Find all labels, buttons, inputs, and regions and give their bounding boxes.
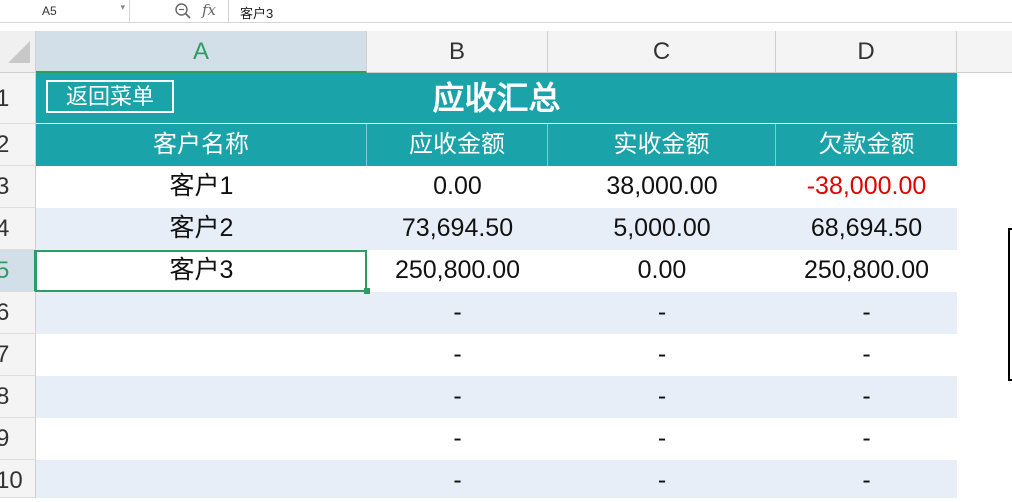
- cell-d9[interactable]: -: [776, 418, 957, 459]
- cell-c9[interactable]: -: [548, 418, 776, 459]
- cell-d3[interactable]: -38,000.00: [776, 166, 957, 207]
- row-header-3[interactable]: 3: [0, 166, 36, 208]
- cell-d10[interactable]: -: [776, 460, 957, 501]
- cell-reference: A5: [42, 4, 57, 18]
- sheet-title: 应收汇总: [432, 80, 561, 116]
- row-header-2[interactable]: 2: [0, 124, 36, 166]
- cell-d8[interactable]: -: [776, 376, 957, 417]
- cell-b10[interactable]: -: [367, 460, 548, 501]
- formula-separator: [228, 0, 229, 22]
- cell-d5[interactable]: 250,800.00: [776, 250, 957, 291]
- cell-c6[interactable]: -: [548, 292, 776, 333]
- row-header-4[interactable]: 4: [0, 208, 36, 250]
- select-all-corner[interactable]: [0, 31, 36, 73]
- header-outstanding: 欠款金额: [776, 124, 957, 166]
- row-header-8[interactable]: 8: [0, 376, 36, 418]
- cell-c5[interactable]: 0.00: [548, 250, 776, 291]
- cell-d7[interactable]: -: [776, 334, 957, 375]
- column-header-d[interactable]: D: [776, 31, 957, 73]
- return-menu-button[interactable]: 返回菜单: [46, 80, 174, 113]
- corner-triangle-icon: [8, 41, 30, 63]
- row-header-10[interactable]: 10: [0, 460, 36, 498]
- header-customer-name: 客户名称: [36, 124, 367, 166]
- column-header-e[interactable]: [957, 31, 1012, 73]
- cell-c8[interactable]: -: [548, 376, 776, 417]
- column-header-a[interactable]: A: [36, 31, 367, 73]
- cell-c4[interactable]: 5,000.00: [548, 208, 776, 249]
- cell-c7[interactable]: -: [548, 334, 776, 375]
- cell-a4[interactable]: 客户2: [36, 208, 367, 249]
- column-header-c[interactable]: C: [548, 31, 776, 73]
- selected-cell-outline: [35, 250, 367, 292]
- zoom-icon[interactable]: [174, 2, 192, 20]
- header-received: 实收金额: [548, 124, 776, 166]
- row-header-1[interactable]: 1: [0, 73, 36, 124]
- row-header-7[interactable]: 7: [0, 334, 36, 376]
- header-receivable: 应收金额: [367, 124, 548, 166]
- cell-a3[interactable]: 客户1: [36, 166, 367, 207]
- formula-bar: A5 ▾ fx 客户3: [0, 0, 1012, 23]
- function-icon[interactable]: fx: [202, 1, 216, 19]
- cell-b7[interactable]: -: [367, 334, 548, 375]
- chevron-down-icon[interactable]: ▾: [120, 2, 125, 13]
- cell-b6[interactable]: -: [367, 292, 548, 333]
- row-header-9[interactable]: 9: [0, 418, 36, 460]
- cell-d4[interactable]: 68,694.50: [776, 208, 957, 249]
- cell-d6[interactable]: -: [776, 292, 957, 333]
- cell-c3[interactable]: 38,000.00: [548, 166, 776, 207]
- cell-b8[interactable]: -: [367, 376, 548, 417]
- cell-b4[interactable]: 73,694.50: [367, 208, 548, 249]
- row-header-6[interactable]: 6: [0, 292, 36, 334]
- cell-c10[interactable]: -: [548, 460, 776, 501]
- name-box[interactable]: A5 ▾: [0, 0, 130, 22]
- cell-b3[interactable]: 0.00: [367, 166, 548, 207]
- column-header-b[interactable]: B: [367, 31, 548, 73]
- cell-b5[interactable]: 250,800.00: [367, 250, 548, 291]
- cell-b9[interactable]: -: [367, 418, 548, 459]
- partial-shape[interactable]: [1008, 228, 1012, 381]
- fill-handle[interactable]: [364, 288, 370, 294]
- formula-input[interactable]: 客户3: [240, 3, 273, 22]
- row-header-5[interactable]: 5: [0, 250, 36, 292]
